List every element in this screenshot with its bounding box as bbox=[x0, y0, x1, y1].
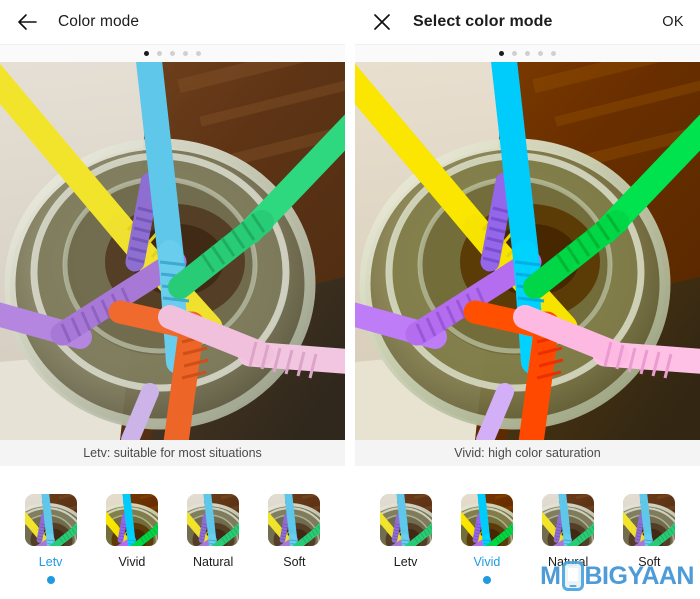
close-icon[interactable] bbox=[369, 9, 395, 35]
left-preview-image[interactable] bbox=[0, 62, 345, 440]
right-mode-caption: Vivid: high color saturation bbox=[355, 440, 700, 466]
straws-photo bbox=[0, 62, 345, 440]
right-mode-thumbnail-row: Letv Vivid Natural Soft bbox=[355, 466, 700, 584]
right-preview-image[interactable] bbox=[355, 62, 700, 440]
mode-label: Vivid bbox=[118, 555, 146, 569]
pager-dot[interactable] bbox=[551, 51, 556, 56]
arrow-left-icon[interactable] bbox=[14, 9, 40, 35]
mode-option-natural[interactable]: Natural bbox=[177, 494, 249, 584]
mode-thumbnail bbox=[268, 494, 321, 546]
mode-thumbnail bbox=[460, 494, 513, 546]
mode-option-letv[interactable]: Letv bbox=[370, 494, 442, 584]
pager-dot[interactable] bbox=[512, 51, 517, 56]
ok-button[interactable]: OK bbox=[662, 14, 684, 30]
mode-option-vivid[interactable]: Vivid bbox=[96, 494, 168, 584]
pager-dot[interactable] bbox=[525, 51, 530, 56]
pager-dot[interactable] bbox=[170, 51, 175, 56]
right-appbar: Select color mode OK bbox=[355, 0, 700, 44]
mode-thumbnail bbox=[187, 494, 240, 546]
mode-thumbnail bbox=[379, 494, 432, 546]
selected-indicator-dot bbox=[482, 576, 491, 584]
mode-option-vivid[interactable]: Vivid bbox=[451, 494, 523, 584]
mode-thumbnail bbox=[623, 494, 676, 546]
panel-divider bbox=[345, 0, 355, 599]
selected-indicator-dot bbox=[46, 576, 55, 584]
mode-label: Soft bbox=[283, 555, 306, 569]
left-page-title: Color mode bbox=[58, 13, 140, 30]
left-mode-caption: Letv: suitable for most situations bbox=[0, 440, 345, 466]
mode-thumbnail bbox=[542, 494, 595, 546]
mode-label: Letv bbox=[38, 555, 63, 569]
pager-dot[interactable] bbox=[157, 51, 162, 56]
mode-label: Vivid bbox=[473, 555, 501, 569]
mode-label: Letv bbox=[393, 555, 418, 569]
pager-dot[interactable] bbox=[196, 51, 201, 56]
mode-label: Soft bbox=[638, 555, 661, 569]
mode-label: Natural bbox=[547, 555, 589, 569]
mode-option-natural[interactable]: Natural bbox=[532, 494, 604, 584]
pager-dot[interactable] bbox=[183, 51, 188, 56]
left-pager-dots bbox=[0, 44, 345, 62]
mode-option-soft[interactable]: Soft bbox=[258, 494, 330, 584]
screenshot-root: Color mode Letv: suitable for most situa… bbox=[0, 0, 700, 599]
mode-thumbnail bbox=[105, 494, 158, 546]
right-page-title: Select color mode bbox=[413, 13, 553, 30]
right-pager-dots bbox=[355, 44, 700, 62]
mode-option-soft[interactable]: Soft bbox=[613, 494, 685, 584]
left-appbar: Color mode bbox=[0, 0, 345, 44]
pager-dot[interactable] bbox=[144, 51, 149, 56]
mode-option-letv[interactable]: Letv bbox=[15, 494, 87, 584]
pager-dot[interactable] bbox=[538, 51, 543, 56]
mode-thumbnail bbox=[24, 494, 77, 546]
straws-photo bbox=[355, 62, 700, 440]
mode-label: Natural bbox=[192, 555, 234, 569]
pager-dot[interactable] bbox=[499, 51, 504, 56]
left-screen: Color mode Letv: suitable for most situa… bbox=[0, 0, 345, 599]
left-mode-thumbnail-row: Letv Vivid Natural Soft bbox=[0, 466, 345, 584]
right-screen: Select color mode OK Vivid: high color s… bbox=[355, 0, 700, 599]
